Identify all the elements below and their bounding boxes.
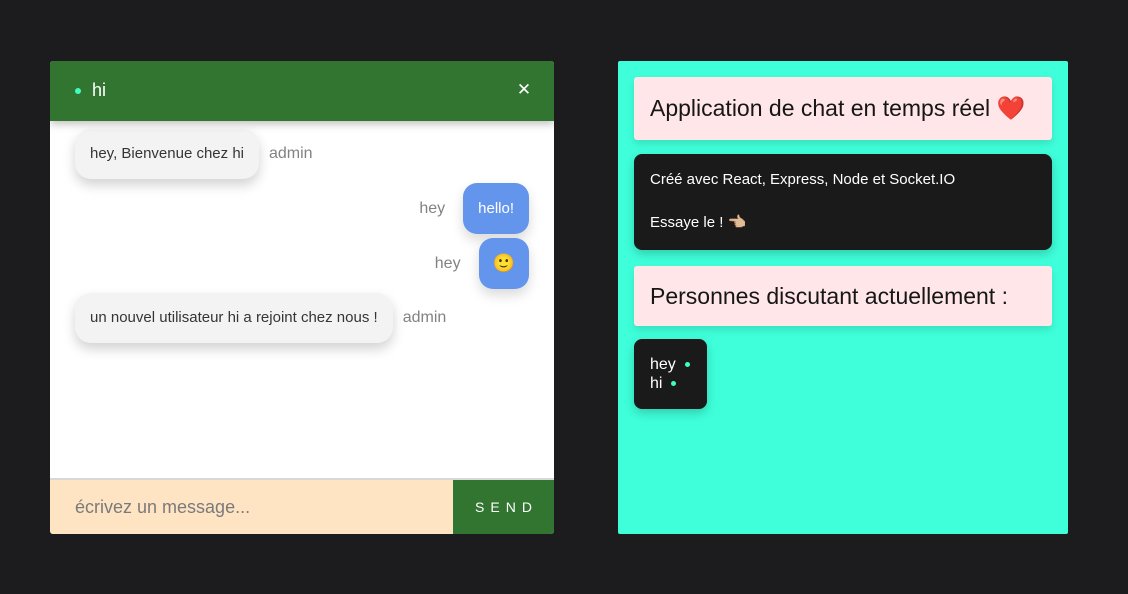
room-name: hi — [92, 80, 107, 100]
user-name: hi — [650, 375, 663, 392]
message-composer: SEND — [50, 478, 554, 534]
message-sender: hey — [419, 199, 446, 217]
message-bubble: 🙂 — [478, 238, 529, 289]
message-bubble: hello! — [463, 183, 529, 234]
message-row: hey hello! — [419, 183, 529, 234]
users-list: hey hi — [634, 339, 707, 409]
message-sender: hey — [434, 254, 461, 272]
user-item: hi — [650, 374, 707, 393]
chat-window: hi ✕ hey, Bienvenue chez hi admin hey he… — [50, 61, 554, 534]
people-title: Personnes discutant actuellement : — [634, 266, 1052, 326]
message-row: hey, Bienvenue chez hi admin — [75, 129, 313, 179]
online-status-icon — [684, 362, 690, 367]
online-status-icon — [75, 88, 81, 94]
page: hi ✕ hey, Bienvenue chez hi admin hey he… — [0, 0, 1128, 594]
close-button[interactable]: ✕ — [516, 79, 532, 101]
send-button[interactable]: SEND — [453, 480, 554, 534]
message-list[interactable]: hey, Bienvenue chez hi admin hey hello! … — [50, 121, 554, 478]
online-status-icon — [671, 381, 677, 386]
message-bubble: hey, Bienvenue chez hi — [75, 129, 259, 179]
message-bubble: un nouvel utilisateur hi a rejoint chez … — [75, 293, 393, 343]
message-row: un nouvel utilisateur hi a rejoint chez … — [75, 293, 446, 343]
message-row: hey 🙂 — [435, 238, 529, 289]
user-item: hey — [650, 355, 707, 374]
message-sender: admin — [269, 145, 313, 162]
try-it-text: Essaye le ! 👈🏼 — [650, 214, 747, 231]
app-title: Application de chat en temps réel ❤️ — [634, 77, 1052, 140]
user-name: hey — [650, 356, 676, 373]
tech-stack-card: Créé avec React, Express, Node et Socket… — [634, 154, 1052, 250]
message-input[interactable] — [50, 480, 453, 534]
info-panel: Application de chat en temps réel ❤️ Cré… — [618, 61, 1068, 534]
tech-stack-text: Créé avec React, Express, Node et Socket… — [650, 171, 956, 188]
chat-header: hi ✕ — [50, 61, 554, 121]
message-sender: admin — [402, 309, 447, 326]
